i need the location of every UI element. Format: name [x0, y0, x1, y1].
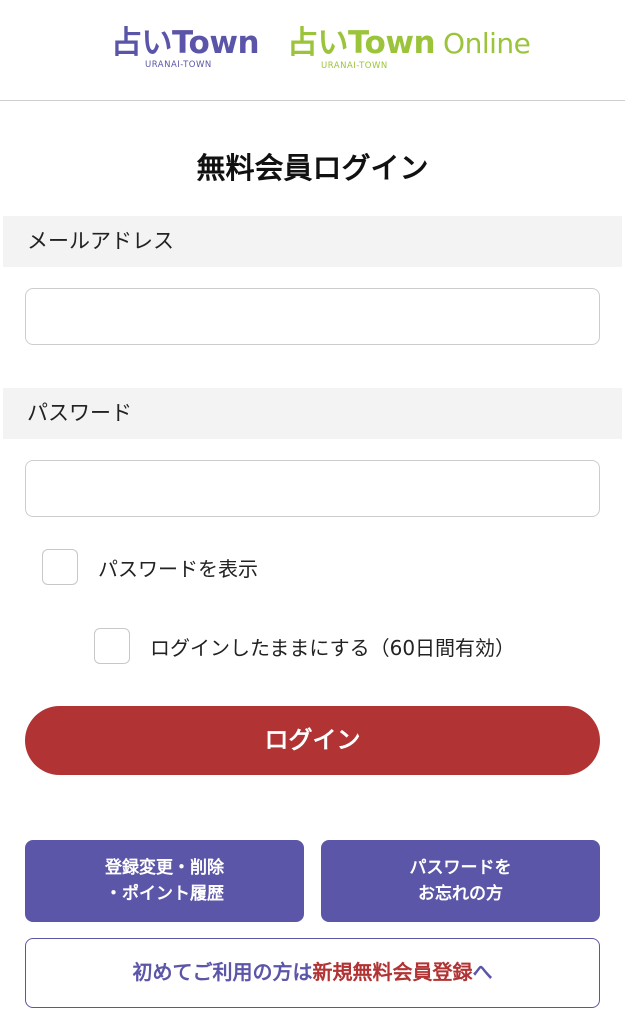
forgot-password-line1: パスワードを: [409, 858, 512, 878]
edit-account-line1: 登録変更・削除: [105, 858, 224, 878]
password-input[interactable]: [25, 460, 600, 517]
register-link[interactable]: 初めてご利用の方は新規無料会員登録へ: [25, 938, 600, 1008]
forgot-password-line2: お忘れの方: [418, 884, 503, 904]
site-header: 占いTown URANAI-TOWN 占いTown Online URANAI-T…: [0, 0, 625, 101]
show-password-checkbox[interactable]: [42, 549, 78, 585]
register-prefix: 初めてご利用の方は: [132, 960, 313, 984]
edit-account-line2: ・ポイント履歴: [105, 884, 224, 904]
keep-login-checkbox[interactable]: [94, 628, 130, 664]
forgot-password-button[interactable]: パスワードを お忘れの方: [321, 840, 600, 922]
show-password-label[interactable]: パスワードを表示: [98, 553, 258, 582]
register-suffix: へ: [472, 960, 493, 984]
logo-wordmark-online: 占いTown Online: [287, 25, 531, 61]
uranai-town-online-logo[interactable]: 占いTown Online URANAI-TOWN: [287, 25, 531, 71]
keep-login-row[interactable]: ログインしたままにする（60日間有効）: [94, 628, 515, 664]
login-button[interactable]: ログイン: [25, 706, 600, 775]
password-label: パスワード: [3, 388, 622, 439]
email-label: メールアドレス: [3, 216, 622, 267]
edit-account-button[interactable]: 登録変更・削除 ・ポイント履歴: [25, 840, 304, 922]
logo-subtext: URANAI-TOWN: [145, 60, 212, 70]
uranai-town-logo[interactable]: 占いTown URANAI-TOWN: [111, 25, 260, 70]
logo-wordmark: 占いTown: [111, 25, 260, 61]
register-emphasis: 新規無料会員登録: [312, 960, 473, 984]
email-input[interactable]: [25, 288, 600, 345]
page-title: 無料会員ログイン: [196, 151, 429, 185]
logo-online-suffix: Online: [443, 27, 531, 60]
logo-online-brand: 占いTown: [287, 25, 436, 61]
keep-login-label[interactable]: ログインしたままにする（60日間有効）: [150, 632, 515, 661]
logo-online-subtext: URANAI-TOWN: [321, 61, 388, 71]
show-password-row[interactable]: パスワードを表示: [42, 549, 258, 585]
